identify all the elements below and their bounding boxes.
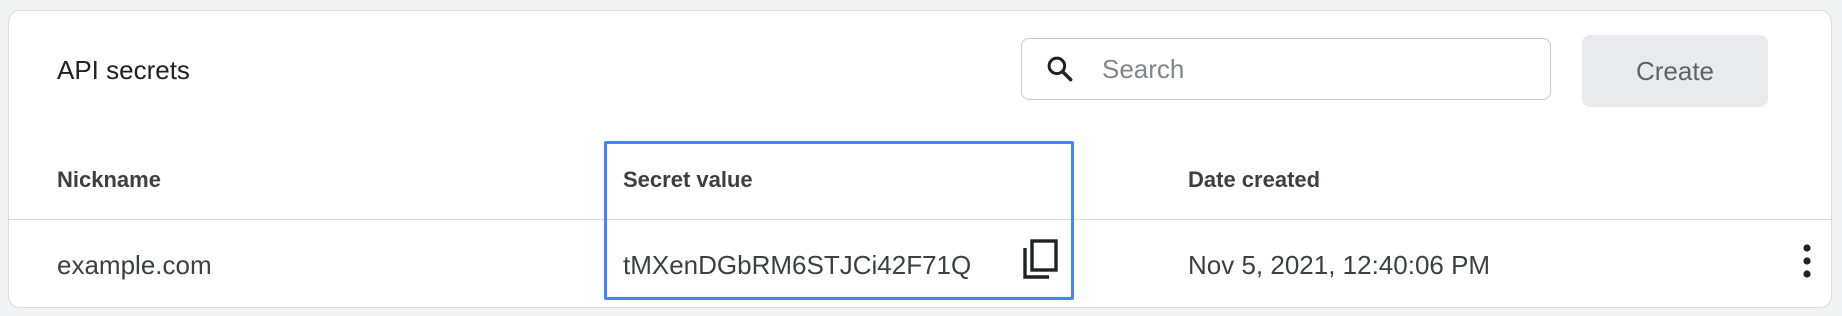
card-title: API secrets — [57, 55, 190, 85]
column-header-secret-value[interactable]: Secret value — [623, 167, 753, 193]
date-created-cell: Nov 5, 2021, 12:40:06 PM — [1188, 250, 1491, 280]
table-row: example.com tMXenDGbRM6STJCi42F71Q Nov 5… — [9, 220, 1831, 307]
nickname-cell: example.com — [57, 250, 212, 280]
search-icon — [1044, 53, 1076, 85]
copy-secret-button[interactable] — [1019, 237, 1063, 285]
api-secrets-card: API secrets Create Nickname Secret value… — [8, 10, 1832, 308]
more-vert-icon — [1801, 243, 1813, 284]
column-header-nickname[interactable]: Nickname — [57, 167, 161, 193]
column-header-date-created[interactable]: Date created — [1188, 167, 1320, 193]
secret-value-cell: tMXenDGbRM6STJCi42F71Q — [623, 250, 972, 280]
table-header-row: Nickname Secret value Date created — [9, 137, 1831, 220]
search-input[interactable] — [1102, 49, 1522, 89]
copy-icon — [1021, 237, 1061, 286]
create-button[interactable]: Create — [1582, 35, 1768, 107]
row-actions-button[interactable] — [1795, 243, 1819, 283]
search-field[interactable] — [1021, 38, 1551, 100]
